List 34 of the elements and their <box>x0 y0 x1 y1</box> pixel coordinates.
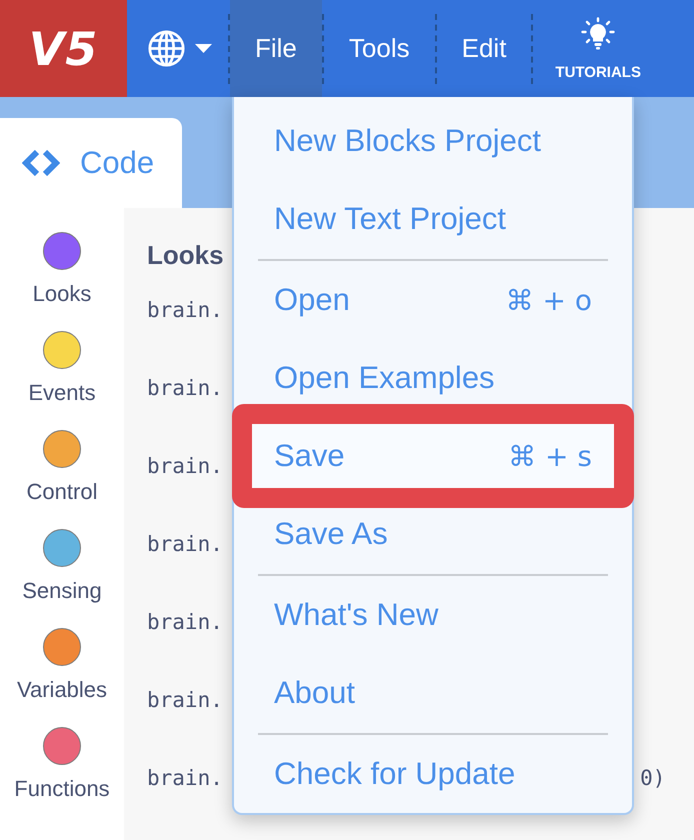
category-item[interactable]: Variables <box>16 628 108 702</box>
code-line: brain. <box>147 766 223 790</box>
menu-item[interactable]: About <box>234 667 632 719</box>
menu-item[interactable]: Open ⌘ + o <box>234 274 632 326</box>
code-line: brain. <box>147 532 223 556</box>
code-icon <box>22 150 60 176</box>
code-text: 0) <box>640 766 666 790</box>
category-item[interactable]: Sensing <box>22 529 102 603</box>
menu-item[interactable]: New Blocks Project <box>234 115 632 167</box>
menu-item[interactable]: Save As <box>234 508 632 560</box>
menu-item[interactable]: What's New <box>234 589 632 641</box>
logo: V5 <box>0 0 127 97</box>
code-line: brain. <box>147 454 223 478</box>
section-heading: Looks <box>147 240 224 270</box>
menu-item[interactable]: Check for Update <box>234 748 632 800</box>
category-item[interactable]: Functions <box>14 727 110 801</box>
menu-button[interactable]: Edit <box>436 0 532 97</box>
code-line: brain. <box>147 688 223 712</box>
code-tab[interactable]: Code <box>0 118 182 208</box>
category-item[interactable]: Looks <box>32 232 92 306</box>
code-line: brain. <box>147 298 223 322</box>
category-item[interactable]: Control <box>26 430 98 504</box>
lightbulb-icon <box>581 16 616 50</box>
code-line: brain. <box>147 376 223 400</box>
category-item[interactable]: Events <box>28 331 96 405</box>
caret-icon <box>195 44 212 53</box>
tutorials-button[interactable]: TUTORIALS <box>533 0 663 97</box>
menu-item[interactable]: Save ⌘ + s <box>232 404 634 508</box>
menu-button[interactable]: Tools <box>324 0 435 97</box>
menu-item[interactable]: New Text Project <box>234 193 632 245</box>
globe-icon <box>148 30 185 67</box>
code-line: brain. <box>147 610 223 634</box>
menu-button[interactable]: File <box>230 0 322 97</box>
menu-item[interactable]: Open Examples <box>234 352 632 404</box>
